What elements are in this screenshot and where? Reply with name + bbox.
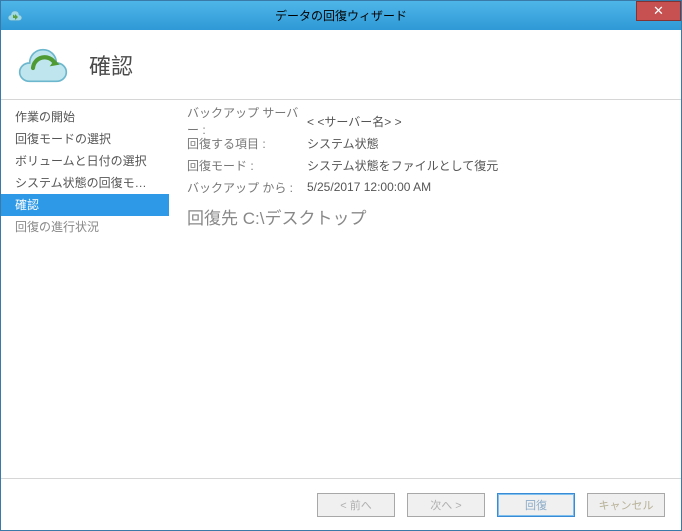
step-progress: 回復の進行状況 xyxy=(1,216,169,238)
next-button[interactable]: 次へ > xyxy=(407,493,485,517)
wizard-body: 作業の開始 回復モードの選択 ボリュームと日付の選択 システム状態の回復モードの… xyxy=(1,100,681,478)
cancel-button[interactable]: キャンセル xyxy=(587,493,665,517)
step-recovery-mode[interactable]: 回復モードの選択 xyxy=(1,128,169,150)
titlebar: データの回復ウィザード ✕ xyxy=(1,1,681,30)
close-button[interactable]: ✕ xyxy=(636,1,681,21)
step-volume-date[interactable]: ボリュームと日付の選択 xyxy=(1,150,169,172)
row-backup-server: バックアップ サーバー : < <サーバー名> > xyxy=(187,110,663,132)
cloud-recovery-icon xyxy=(15,43,71,86)
label-backup-from: バックアップ から : xyxy=(187,179,307,196)
recover-destination: 回復先 C:\デスクトップ xyxy=(187,204,663,229)
button-label: キャンセル xyxy=(599,497,654,513)
value-backup-from: 5/25/2017 12:00:00 AM xyxy=(307,180,431,194)
sidebar-item-label: ボリュームと日付の選択 xyxy=(15,154,147,168)
wizard-header: 確認 xyxy=(1,30,681,100)
sidebar-item-label: 回復モードの選択 xyxy=(15,132,111,146)
sidebar-item-label: 回復の進行状況 xyxy=(15,220,99,234)
wizard-window: データの回復ウィザード ✕ 確認 作業の開始 回復モードの選択 ボリュームと日付… xyxy=(0,0,682,531)
page-title: 確認 xyxy=(89,49,133,81)
label-backup-server: バックアップ サーバー : xyxy=(187,104,307,138)
recover-button[interactable]: 回復 xyxy=(497,493,575,517)
row-recover-mode: 回復モード : システム状態をファイルとして復元 xyxy=(187,154,663,176)
app-icon xyxy=(7,8,23,24)
back-button[interactable]: < 前へ xyxy=(317,493,395,517)
sidebar-item-label: システム状態の回復モードの... xyxy=(15,176,169,190)
sidebar-item-label: 作業の開始 xyxy=(15,110,75,124)
wizard-footer: < 前へ 次へ > 回復 キャンセル xyxy=(1,478,681,530)
wizard-steps-sidebar: 作業の開始 回復モードの選択 ボリュームと日付の選択 システム状態の回復モードの… xyxy=(1,100,169,478)
row-backup-from: バックアップ から : 5/25/2017 12:00:00 AM xyxy=(187,176,663,198)
row-recover-item: 回復する項目 : システム状態 xyxy=(187,132,663,154)
confirmation-details: バックアップ サーバー : < <サーバー名> > 回復する項目 : システム状… xyxy=(169,100,681,478)
value-backup-server: < <サーバー名> > xyxy=(307,113,402,130)
button-label: 回復 xyxy=(525,497,547,513)
window-title: データの回復ウィザード xyxy=(275,7,407,24)
value-recover-item: システム状態 xyxy=(307,135,379,152)
value-recover-mode: システム状態をファイルとして復元 xyxy=(307,157,498,174)
button-label: < 前へ xyxy=(340,497,371,513)
label-recover-mode: 回復モード : xyxy=(187,157,307,174)
step-system-state-mode[interactable]: システム状態の回復モードの... xyxy=(1,172,169,194)
close-icon: ✕ xyxy=(653,3,664,19)
step-start[interactable]: 作業の開始 xyxy=(1,106,169,128)
button-label: 次へ > xyxy=(430,497,461,513)
label-recover-item: 回復する項目 : xyxy=(187,135,307,152)
sidebar-item-label: 確認 xyxy=(15,198,39,212)
step-confirm[interactable]: 確認 xyxy=(1,194,169,216)
